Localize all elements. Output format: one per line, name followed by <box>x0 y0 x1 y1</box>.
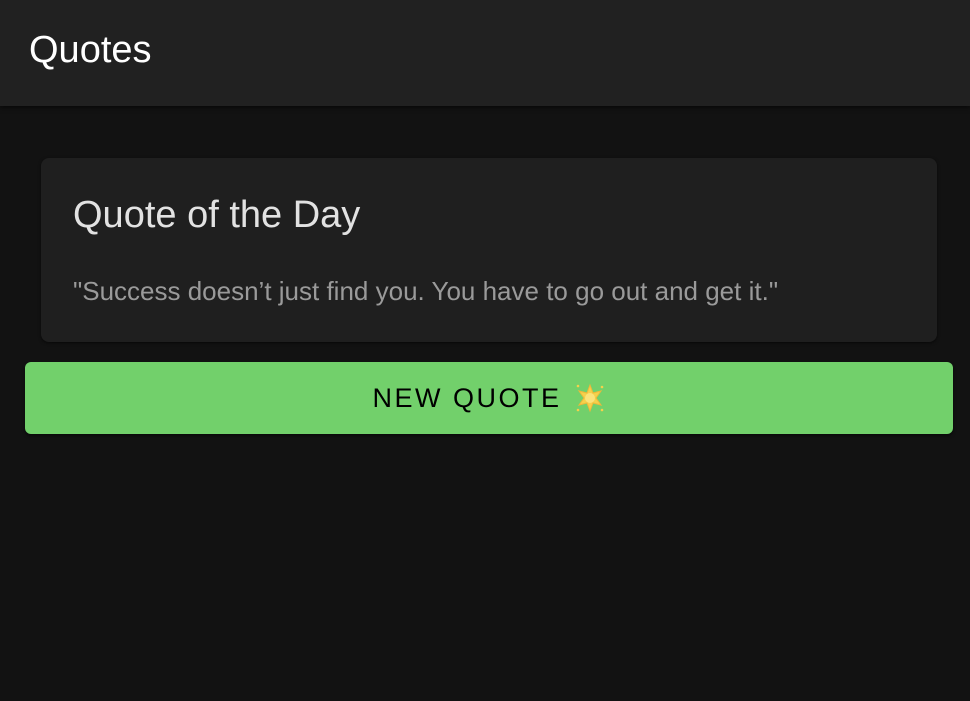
app-title: Quotes <box>29 29 152 71</box>
app-bar: Quotes <box>0 0 970 106</box>
new-quote-button[interactable]: NEW QUOTE <box>25 362 953 434</box>
card-title: Quote of the Day <box>73 194 361 236</box>
quote-text: "Success doesn’t just find you. You have… <box>73 276 779 306</box>
quote-card: Quote of the Day "Success doesn’t just f… <box>41 158 937 342</box>
glowing-star-icon <box>574 382 606 414</box>
new-quote-label: NEW QUOTE <box>372 382 562 413</box>
